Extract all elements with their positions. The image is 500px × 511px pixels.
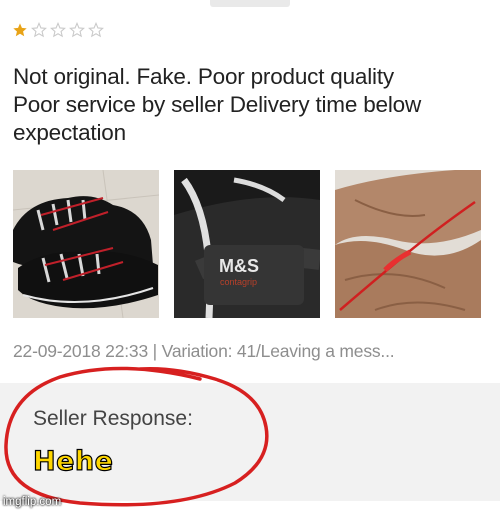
review-photo-red-thread[interactable]	[335, 170, 481, 318]
review-photo-shoes-pair[interactable]	[13, 170, 159, 318]
top-tab	[210, 0, 290, 7]
review-photo-shoe-logo[interactable]: M&S contagrip	[174, 170, 320, 318]
star-filled-icon	[13, 23, 27, 37]
review-text: Not original. Fake. Poor product quality…	[13, 64, 421, 145]
star-empty-icon	[69, 22, 85, 38]
star-rating	[12, 22, 104, 38]
watermark: imgflip.com	[3, 496, 62, 508]
star-empty-icon	[88, 22, 104, 38]
annotation-circle	[4, 366, 269, 507]
seller-response-text: Hehe	[32, 445, 114, 477]
star-empty-icon	[50, 22, 66, 38]
star-empty-icon	[31, 22, 47, 38]
sole-sublogo-text: contagrip	[220, 277, 258, 287]
sole-logo-text: M&S	[219, 256, 259, 276]
top-bar	[0, 0, 500, 8]
